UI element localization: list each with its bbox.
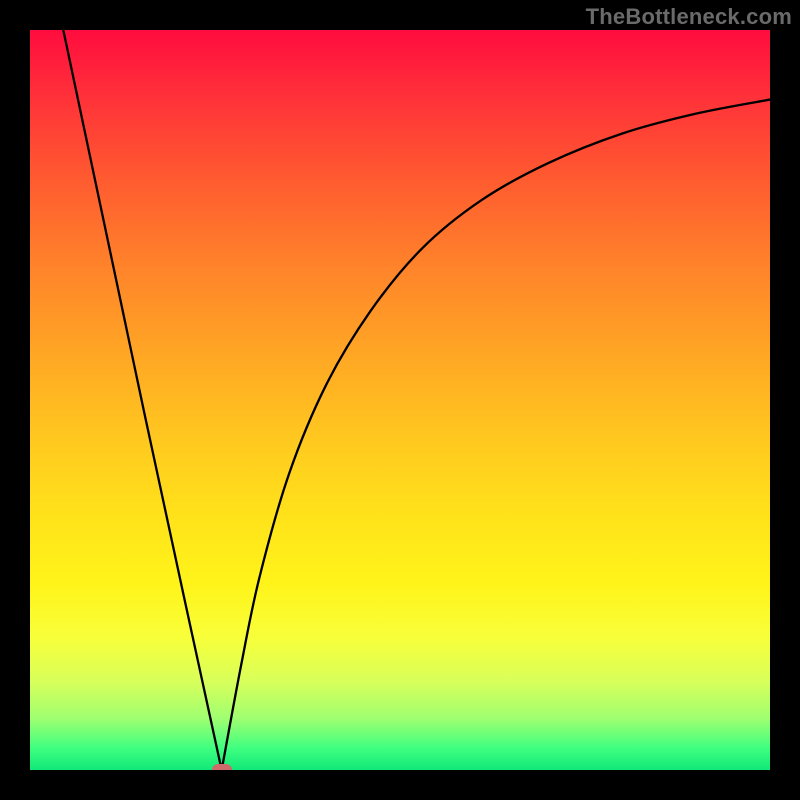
chart-frame: TheBottleneck.com — [0, 0, 800, 800]
curve-path — [63, 30, 770, 770]
minimum-marker — [212, 764, 232, 770]
bottleneck-curve — [30, 30, 770, 770]
watermark-text: TheBottleneck.com — [586, 4, 792, 30]
plot-area — [30, 30, 770, 770]
